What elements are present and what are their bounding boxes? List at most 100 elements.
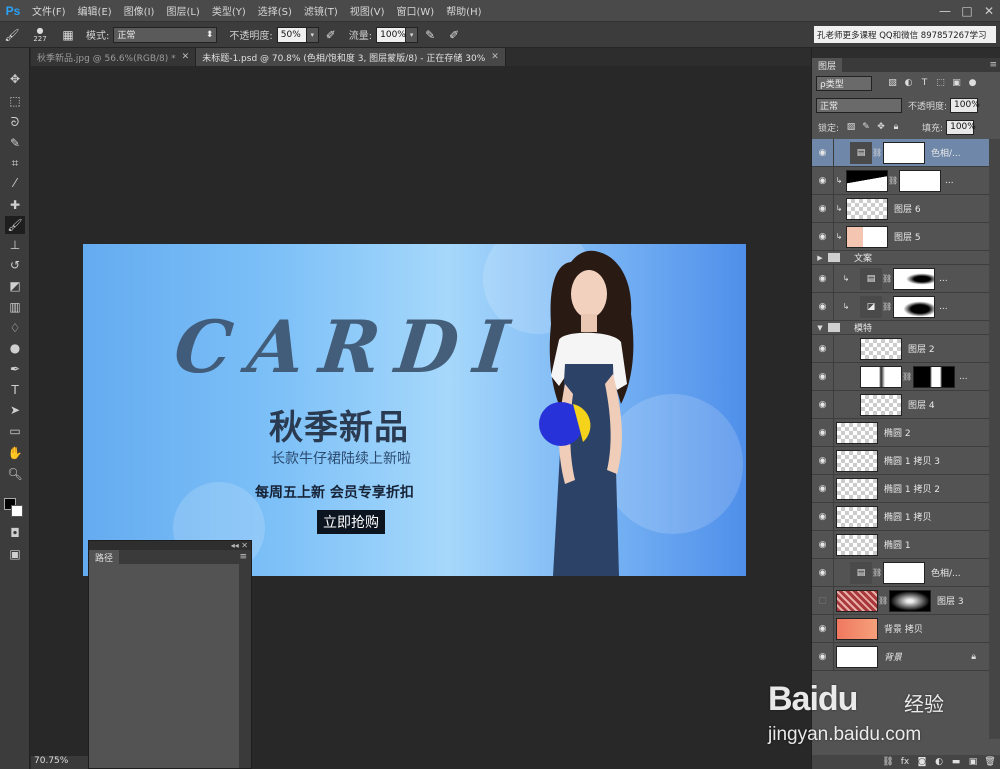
panel-menu-icon[interactable]: ≡ xyxy=(239,552,247,562)
background-color-swatch[interactable] xyxy=(11,505,23,517)
brush-preset-picker[interactable]: ● 227 xyxy=(27,26,53,44)
menu-select[interactable]: 选择(S) xyxy=(252,3,298,18)
history-brush-tool-icon[interactable]: ↺ xyxy=(5,256,25,274)
layer-row[interactable]: ◉ ↳ ⛓ ... xyxy=(812,167,990,195)
type-tool-icon[interactable]: T xyxy=(5,381,25,399)
layer-row[interactable]: ◉ 椭圆 1 拷贝 2 xyxy=(812,475,990,503)
adjustment-layer-icon[interactable]: ◐ xyxy=(932,756,946,768)
pressure-opacity-icon[interactable]: ✐ xyxy=(322,26,340,44)
clone-stamp-tool-icon[interactable]: ⊥ xyxy=(5,236,25,254)
brush-tool-icon[interactable]: 🖌 xyxy=(3,26,21,44)
eye-icon[interactable]: ◉ xyxy=(812,475,834,502)
layer-row[interactable]: ◉ ▤ ⛓ 色相/... xyxy=(812,139,990,167)
eye-icon[interactable]: ◉ xyxy=(812,167,834,194)
screen-mode-icon[interactable]: ▣ xyxy=(5,545,25,563)
layer-mask-thumbnail[interactable] xyxy=(913,365,955,388)
filter-toggle-icon[interactable]: ● xyxy=(966,77,979,90)
menu-image[interactable]: 图像(I) xyxy=(118,3,161,18)
layer-row[interactable]: ◉ ⛓ ... xyxy=(812,363,990,391)
marquee-tool-icon[interactable]: ⬚ xyxy=(5,92,25,110)
layer-row[interactable]: ◉ 图层 4 xyxy=(812,391,990,419)
eye-icon[interactable]: ◉ xyxy=(812,531,834,558)
menu-window[interactable]: 窗口(W) xyxy=(390,3,440,18)
menu-file[interactable]: 文件(F) xyxy=(26,3,72,18)
lock-transparent-icon[interactable]: ▨ xyxy=(845,121,857,133)
layer-mask-thumbnail[interactable] xyxy=(883,141,925,164)
brush-tool-icon[interactable]: 🖌 xyxy=(5,216,25,234)
mode-select[interactable]: 正常 ⬍ xyxy=(113,26,218,43)
adjustment-filter-icon[interactable]: ◐ xyxy=(902,77,915,90)
zoom-tool-icon[interactable]: 🔍︎ xyxy=(5,465,25,483)
layer-row[interactable]: ◉ ↳ ◪ ⛓ ... xyxy=(812,293,990,321)
menu-edit[interactable]: 编辑(E) xyxy=(72,3,118,18)
menu-help[interactable]: 帮助(H) xyxy=(440,3,487,18)
flow-input[interactable]: 100% xyxy=(376,26,407,43)
menu-type[interactable]: 类型(Y) xyxy=(206,3,252,18)
layer-row[interactable]: ◉ ↳ 图层 5 xyxy=(812,223,990,251)
crop-tool-icon[interactable]: ⌗ xyxy=(5,154,25,172)
panel-menu-icon[interactable]: ≡ xyxy=(989,60,997,70)
lasso-tool-icon[interactable]: ᘐ xyxy=(5,113,25,131)
layer-mask-thumbnail[interactable] xyxy=(893,267,935,290)
eye-icon[interactable]: ◉ xyxy=(812,335,834,362)
eye-icon[interactable]: ◉ xyxy=(812,293,834,320)
type-filter-icon[interactable]: T xyxy=(918,77,931,90)
layers-scrollbar[interactable] xyxy=(989,139,1000,739)
gradient-tool-icon[interactable]: ▥ xyxy=(5,298,25,316)
eye-hidden-icon[interactable]: ▢ xyxy=(812,587,834,614)
workspace-text[interactable]: 孔老师更多课程 QQ和微信 897857267学习 xyxy=(814,26,996,43)
fill-input[interactable]: 100% xyxy=(946,119,976,135)
expand-arrow-icon[interactable]: ▶ xyxy=(815,254,825,262)
eye-icon[interactable]: ◉ xyxy=(812,363,834,390)
minimize-button[interactable]: — xyxy=(934,0,956,22)
pen-tool-icon[interactable]: ✒ xyxy=(5,360,25,378)
layer-row[interactable]: ◉ 椭圆 1 拷贝 xyxy=(812,503,990,531)
dodge-tool-icon[interactable]: ● xyxy=(5,339,25,357)
layer-group-row[interactable]: ▼ 模特 xyxy=(812,321,990,335)
brush-panel-icon[interactable]: ▦ xyxy=(59,26,77,44)
close-icon[interactable]: ✕ xyxy=(491,52,499,62)
airbrush-icon[interactable]: ✎ xyxy=(421,26,439,44)
layer-mask-thumbnail[interactable] xyxy=(883,561,925,584)
smart-object-filter-icon[interactable]: ▣ xyxy=(950,77,963,90)
layer-row[interactable]: ◉ ↳ ▤ ⛓ ... xyxy=(812,265,990,293)
restore-button[interactable]: □ xyxy=(956,0,978,22)
lock-position-icon[interactable]: ✥ xyxy=(875,121,887,133)
zoom-level[interactable]: 70.75% xyxy=(31,756,91,769)
blur-tool-icon[interactable]: ♢ xyxy=(5,319,25,337)
blend-mode-select[interactable]: 正常 xyxy=(816,97,902,113)
link-layers-icon[interactable]: ⛓ xyxy=(881,756,895,768)
eye-icon[interactable]: ◉ xyxy=(812,391,834,418)
layer-filter-kind[interactable]: ρ类型 xyxy=(816,75,872,91)
path-selection-tool-icon[interactable]: ➤ xyxy=(5,401,25,419)
layer-mask-thumbnail[interactable] xyxy=(899,169,941,192)
paths-scrollbar[interactable] xyxy=(239,564,251,768)
banner-artwork[interactable]: CARDI 秋季新品 长款牛仔裙陆续上新啦 每周五上新 会员专享折扣 立即抢购 xyxy=(83,244,746,576)
lock-all-icon[interactable]: 🔒︎ xyxy=(890,121,902,133)
pixel-filter-icon[interactable]: ▨ xyxy=(886,77,899,90)
add-mask-icon[interactable]: ◙ xyxy=(915,756,929,768)
close-button[interactable]: ✕ xyxy=(978,0,1000,22)
menu-filter[interactable]: 滤镜(T) xyxy=(298,3,344,18)
layer-row[interactable]: ◉ 背景 🔒︎ xyxy=(812,643,990,671)
new-group-icon[interactable]: ▬ xyxy=(949,756,963,768)
eye-icon[interactable]: ◉ xyxy=(812,559,834,586)
eye-icon[interactable]: ◉ xyxy=(812,643,834,670)
layer-row[interactable]: ◉ 图层 2 xyxy=(812,335,990,363)
pressure-size-icon[interactable]: ✐ xyxy=(445,26,463,44)
eye-icon[interactable]: ◉ xyxy=(812,265,834,292)
layer-row[interactable]: ◉ ▤ ⛓ 色相/... xyxy=(812,559,990,587)
rectangle-tool-icon[interactable]: ▭ xyxy=(5,422,25,440)
layer-style-icon[interactable]: fx xyxy=(898,756,912,768)
eraser-tool-icon[interactable]: ◩ xyxy=(5,277,25,295)
tab-document-2[interactable]: 未标题-1.psd @ 70.8% (色相/饱和度 3, 图层蒙版/8) - 正… xyxy=(196,48,506,66)
layer-group-row[interactable]: ▶ 文案 xyxy=(812,251,990,265)
layer-mask-thumbnail[interactable] xyxy=(893,295,935,318)
layer-row[interactable]: ▢ ⛓ 图层 3 xyxy=(812,587,990,615)
new-layer-icon[interactable]: ▣ xyxy=(966,756,980,768)
move-tool-icon[interactable]: ✥ xyxy=(5,70,25,88)
layer-row[interactable]: ◉ 背景 拷贝 xyxy=(812,615,990,643)
layer-row[interactable]: ◉ ↳ 图层 6 xyxy=(812,195,990,223)
eye-icon[interactable]: ◉ xyxy=(812,139,834,166)
eye-icon[interactable]: ◉ xyxy=(812,615,834,642)
